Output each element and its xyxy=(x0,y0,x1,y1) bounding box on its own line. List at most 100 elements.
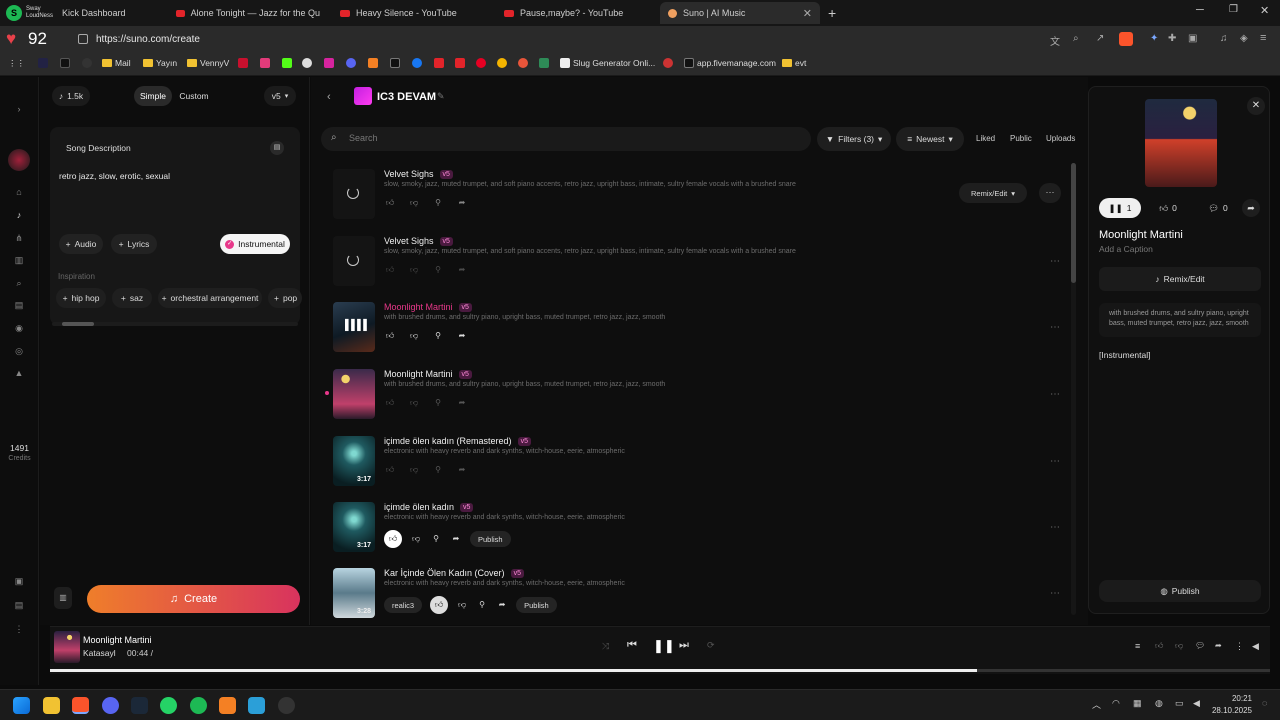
dislike-icon[interactable]: 👎︎ xyxy=(456,599,468,611)
more-options-icon[interactable]: ⋯ xyxy=(1050,522,1061,533)
translate-icon[interactable]: 文 xyxy=(1050,33,1060,48)
song-row[interactable]: Velvet Sighs v5 slow, smoky, jazz, muted … xyxy=(333,236,1073,303)
user-avatar[interactable] xyxy=(8,149,30,171)
app-icon[interactable] xyxy=(219,697,236,714)
song-row[interactable]: Velvet Sighs v5 slow, smoky, jazz, muted … xyxy=(333,169,1073,236)
pause-icon[interactable]: ❚❚ xyxy=(653,638,675,654)
share-icon[interactable]: ➦ xyxy=(456,330,468,342)
like-icon[interactable]: 👍︎ xyxy=(384,464,396,476)
steam-icon[interactable] xyxy=(131,697,148,714)
instrumental-toggle[interactable]: ✓ Instrumental xyxy=(220,234,290,254)
song-thumbnail[interactable]: 3:17 xyxy=(333,502,375,552)
windows-start-icon[interactable] xyxy=(13,697,30,714)
tray-overflow-icon[interactable]: ︿ xyxy=(1092,698,1101,711)
like-icon[interactable]: 👍︎ xyxy=(384,197,396,209)
bookmark-icon-a[interactable] xyxy=(238,58,248,68)
more-options-icon[interactable]: ⋯ xyxy=(1039,183,1061,203)
new-tab-button[interactable]: + xyxy=(828,5,836,21)
share-icon[interactable]: ➦ xyxy=(1215,641,1222,650)
minimize-button[interactable]: ─ xyxy=(1196,4,1204,16)
share-icon[interactable]: ➦ xyxy=(456,397,468,409)
progress-track[interactable] xyxy=(50,669,1270,672)
docs-icon[interactable]: ▤ xyxy=(13,599,25,611)
player-artist[interactable]: Katasayl xyxy=(83,648,116,658)
brave-shields-icon[interactable] xyxy=(1119,32,1133,46)
shuffle-icon[interactable]: ⤨ xyxy=(602,641,609,652)
tab-alone-tonight[interactable]: Alone Tonight — Jazz for the Qu xyxy=(168,2,328,24)
bookmark-icon-l[interactable] xyxy=(663,58,673,68)
close-tab-icon[interactable]: ✕ xyxy=(803,7,812,20)
bookmark-icon-g[interactable] xyxy=(412,58,422,68)
sort-button[interactable]: ≡ Newest ▾ xyxy=(896,127,964,151)
site-info-icon[interactable] xyxy=(78,34,88,44)
song-title[interactable]: Kar İçinde Ölen Kadın (Cover) xyxy=(384,568,505,578)
extensions-icon[interactable]: ✚ xyxy=(1168,33,1176,44)
dislike-icon[interactable]: 👎︎ xyxy=(410,533,422,545)
song-thumbnail[interactable]: 3:17 xyxy=(333,436,375,486)
radio-icon[interactable]: ◎ xyxy=(13,345,25,357)
share-icon[interactable]: ➦ xyxy=(456,264,468,276)
music-icon[interactable]: ♫ xyxy=(1220,33,1228,44)
song-row[interactable]: ▌▌▌▌ Moonlight Martini v5 with brushed dr… xyxy=(333,302,1073,369)
instagram-icon[interactable] xyxy=(324,58,334,68)
tag-orchestral[interactable]: + orchestral arrangement xyxy=(158,288,262,308)
bookmark-icon-1[interactable] xyxy=(38,58,48,68)
next-icon[interactable]: ⏭︎ xyxy=(679,639,689,652)
profile-avatar-icon[interactable]: S xyxy=(6,5,22,21)
vpn-icon[interactable]: ◈ xyxy=(1240,33,1248,44)
more-nav-icon[interactable]: ⋮ xyxy=(13,623,25,635)
pin-icon[interactable]: ⚲ xyxy=(432,330,444,342)
share-icon[interactable]: ➦ xyxy=(496,599,508,611)
comments-button[interactable]: 💬︎ 0 xyxy=(1201,198,1235,218)
headset-icon[interactable]: ◠ xyxy=(1112,698,1120,709)
speaker-icon[interactable]: ◀︎ xyxy=(1193,698,1200,709)
dislike-icon[interactable]: 👎︎ xyxy=(408,464,420,476)
more-options-icon[interactable]: ⋯ xyxy=(1050,588,1061,599)
repeat-icon[interactable]: ⟳ xyxy=(707,640,715,651)
expand-rail-icon[interactable]: › xyxy=(13,103,25,115)
pin-icon[interactable]: ⚲ xyxy=(476,599,488,611)
filter-liked[interactable]: Liked xyxy=(976,134,995,143)
tag-pop[interactable]: + pop xyxy=(268,288,302,308)
song-row[interactable]: 3:17 içimde ölen kadın (Remastered) v5 el… xyxy=(333,436,1073,503)
song-title[interactable]: içimde ölen kadın xyxy=(384,502,454,512)
like-icon[interactable]: 👍︎ xyxy=(384,330,396,342)
bookmark-icon-h[interactable] xyxy=(434,58,444,68)
pin-icon[interactable]: ⚲ xyxy=(430,533,442,545)
network-icon[interactable]: ▭ xyxy=(1175,698,1184,709)
dislike-icon[interactable]: 👎︎ xyxy=(408,330,420,342)
youtube-bookmark-icon[interactable] xyxy=(455,58,465,68)
brave-browser-icon[interactable] xyxy=(72,697,89,714)
sidebar-icon[interactable]: ▣ xyxy=(1188,33,1197,44)
file-explorer-icon[interactable] xyxy=(43,697,60,714)
pin-icon[interactable]: ⚲ xyxy=(432,464,444,476)
version-dropdown[interactable]: v5 ▾ xyxy=(264,86,296,106)
pin-icon[interactable]: ⚲ xyxy=(432,397,444,409)
gift-icon[interactable]: ▣ xyxy=(13,575,25,587)
explore-icon[interactable]: ◉ xyxy=(13,322,25,334)
whatsapp-icon[interactable] xyxy=(160,697,177,714)
publish-button[interactable]: Publish xyxy=(516,597,557,613)
trash-icon[interactable]: ▥ xyxy=(54,587,72,609)
search-input[interactable]: ⌕ Search xyxy=(321,127,811,151)
clipboard-icon[interactable]: ▤ xyxy=(270,141,284,155)
spotify-icon[interactable] xyxy=(190,697,207,714)
zoom-icon[interactable]: ⌕ xyxy=(1073,33,1079,44)
lyrics-button[interactable]: + Lyrics xyxy=(111,234,157,254)
notification-bell-icon[interactable]: ◌ xyxy=(1262,698,1267,708)
share-icon[interactable]: ➦ xyxy=(456,197,468,209)
bookmark-evt[interactable]: evt xyxy=(782,58,806,68)
song-row[interactable]: 3:17 içimde ölen kadın v5 electronic with… xyxy=(333,502,1073,569)
like-icon[interactable]: 👍︎ xyxy=(384,397,396,409)
clock-date[interactable]: 28.10.2025 xyxy=(1206,706,1252,715)
share-icon[interactable]: ➦ xyxy=(1242,199,1260,217)
apps-icon[interactable]: ⋮⋮ xyxy=(8,58,25,69)
bookmark-mail[interactable]: Mail xyxy=(102,58,131,68)
player-cover[interactable] xyxy=(54,631,80,663)
remix-edit-button[interactable]: Remix/Edit ▾ xyxy=(959,183,1027,203)
volume-icon[interactable]: ◀︎ xyxy=(1252,641,1259,652)
publish-button[interactable]: Publish xyxy=(470,531,511,547)
share-nav-icon[interactable]: ⋔ xyxy=(13,232,25,244)
pin-icon[interactable]: ⚲ xyxy=(432,264,444,276)
home-icon[interactable]: ⌂ xyxy=(13,186,25,198)
